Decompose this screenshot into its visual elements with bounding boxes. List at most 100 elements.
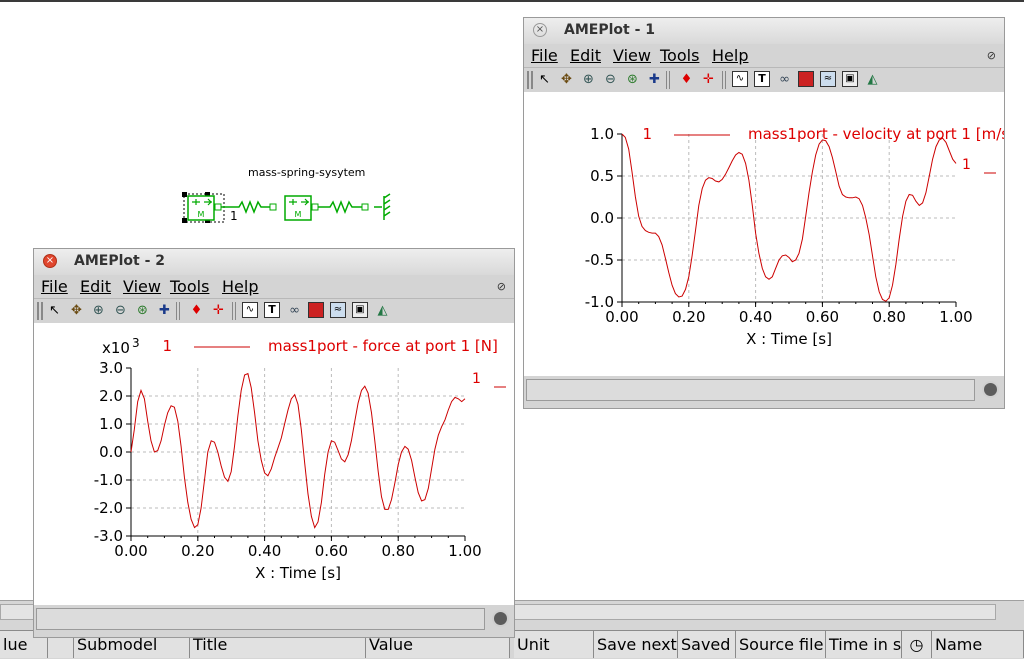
title-bar[interactable]: × AMEPlot - 2 [34, 249, 514, 275]
y-tick-label: 3.0 [99, 359, 123, 377]
analysis-icon[interactable]: ◭ [864, 71, 881, 88]
column-header[interactable]: Time in s [826, 630, 902, 658]
selection-handle[interactable] [182, 192, 187, 197]
bar-icon[interactable] [308, 302, 324, 318]
legend-text: mass1port - velocity at port 1 [m/s] [748, 125, 1004, 143]
link-icon[interactable]: ∞ [286, 302, 303, 319]
plot-area[interactable]: 0.00 0.20 0.40 0.60 0.80 1.00 1.0 0.5 0.0 -0.5 -1.… [524, 92, 1015, 376]
menu-file[interactable]: File [531, 46, 558, 65]
link-icon[interactable]: ∞ [776, 71, 793, 88]
column-header[interactable]: Name [932, 630, 1024, 658]
menu-file[interactable]: File [41, 277, 68, 296]
y-tick-label: 0.0 [99, 443, 123, 461]
spring-1-icon[interactable] [221, 199, 271, 215]
menu-label: Tools [170, 277, 210, 296]
pan-icon[interactable]: ✚ [156, 302, 173, 319]
x-tick-label: 0.40 [739, 308, 772, 326]
y-multiplier-exponent: 3 [132, 336, 140, 350]
analysis-icon[interactable]: ◭ [374, 302, 391, 319]
top-edge [0, 0, 1024, 2]
column-header[interactable]: Saved [678, 630, 736, 658]
pan-icon[interactable]: ✚ [646, 71, 663, 88]
column-header[interactable]: Source file [736, 630, 826, 658]
toolbar: ↖ ✥ ⊕ ⊖ ⊛ ✚ ♦ ✛ ∿ T ∞ ≈ ▣ ◭ [524, 67, 1004, 93]
zoom-out-icon[interactable]: ⊖ [602, 71, 619, 88]
window-icon[interactable]: ▣ [842, 71, 858, 87]
sketch-title: mass-spring-sysytem [248, 166, 366, 179]
zoom-fit-icon[interactable]: ⊛ [134, 302, 151, 319]
toolbar: ↖ ✥ ⊕ ⊖ ⊛ ✚ ♦ ✛ ∿ T ∞ ≈ ▣ ◭ [34, 298, 514, 324]
title-bar[interactable]: × AMEPlot - 1 [524, 18, 1004, 44]
toolbar-grip[interactable] [37, 302, 43, 320]
status-indicator-icon[interactable] [982, 381, 999, 398]
port-1[interactable] [214, 203, 222, 211]
text-icon[interactable]: T [264, 302, 280, 318]
status-field [36, 608, 485, 630]
pointer-icon[interactable]: ↖ [536, 71, 553, 88]
marker-icon[interactable]: ♦ [188, 302, 205, 319]
close-icon[interactable]: × [533, 23, 547, 37]
menu-help[interactable]: Help [712, 46, 748, 65]
menu-tools[interactable]: Tools [660, 46, 699, 65]
y-multiplier: x10 [102, 339, 130, 357]
y-tick-label: -1.0 [585, 293, 614, 311]
mass-spring-schematic[interactable]: M 1 M [178, 188, 398, 228]
toolbar-grip[interactable] [527, 71, 533, 89]
bar-icon[interactable] [798, 71, 814, 87]
ameplot-2-window[interactable]: × AMEPlot - 2 File Edit View Tools Help … [33, 248, 515, 638]
graph-icon[interactable]: ≈ [330, 302, 346, 318]
spring-2-icon[interactable] [318, 199, 362, 215]
menu-view[interactable]: View [613, 46, 651, 65]
graph-icon[interactable]: ≈ [820, 71, 836, 87]
menu-label: File [531, 46, 558, 65]
column-header[interactable]: Unit [514, 630, 594, 658]
marker-icon[interactable]: ♦ [678, 71, 695, 88]
port-3[interactable] [311, 203, 319, 211]
menu-help[interactable]: Help [222, 277, 258, 296]
zoom-in-icon[interactable]: ⊕ [90, 302, 107, 319]
crosshair-icon[interactable]: ✛ [210, 302, 227, 319]
pointer-icon[interactable]: ↖ [46, 302, 63, 319]
pin-icon[interactable]: ⊘ [497, 280, 506, 293]
status-bar [35, 605, 513, 637]
menu-edit[interactable]: Edit [80, 277, 111, 296]
clock-icon[interactable]: ◷ [902, 630, 932, 658]
menu-label: Edit [570, 46, 601, 65]
status-field [526, 379, 975, 401]
zoom-out-icon[interactable]: ⊖ [112, 302, 129, 319]
legend-number: 1 [642, 125, 652, 143]
y-tick-label: -0.5 [585, 251, 614, 269]
zoom-icon[interactable]: ✥ [68, 302, 85, 319]
y-tick-label: -1.0 [94, 471, 123, 489]
port-2[interactable] [269, 203, 277, 211]
legend-number: 1 [162, 337, 172, 355]
crosshair-icon[interactable]: ✛ [700, 71, 717, 88]
window-icon[interactable]: ▣ [352, 302, 368, 318]
close-icon[interactable]: × [43, 254, 57, 268]
menu-tools[interactable]: Tools [170, 277, 209, 296]
pin-icon[interactable]: ⊘ [987, 49, 996, 62]
text-icon[interactable]: T [754, 71, 770, 87]
window-title: AMEPlot - 1 [564, 22, 655, 38]
velocity-chart[interactable]: 0.00 0.20 0.40 0.60 0.80 1.001.00.50.0-0.5-1.… [524, 92, 1015, 376]
plot-icon[interactable]: ∿ [242, 302, 258, 318]
status-indicator-icon[interactable] [492, 610, 509, 627]
menu-label: View [123, 277, 161, 296]
column-header[interactable]: Save next [594, 630, 678, 658]
plot-icon[interactable]: ∿ [732, 71, 748, 87]
zoom-in-icon[interactable]: ⊕ [580, 71, 597, 88]
port-4[interactable] [361, 203, 369, 211]
menu-edit[interactable]: Edit [570, 46, 601, 65]
y-tick-label: 1.0 [99, 415, 123, 433]
y-tick-label: 2.0 [99, 387, 123, 405]
menu-label: Tools [660, 46, 700, 65]
ameplot-1-window[interactable]: × AMEPlot - 1 File Edit View Tools Help … [523, 17, 1015, 409]
zoom-icon[interactable]: ✥ [558, 71, 575, 88]
force-chart[interactable]: 0.00 0.20 0.40 0.60 0.80 1.003.02.01.00.0-1.0… [34, 323, 514, 605]
zoom-fit-icon[interactable]: ⊛ [624, 71, 641, 88]
plot-area[interactable]: 0.00 0.20 0.40 0.60 0.80 1.00 3.0 2.0 1.0 0.0 -1.0… [34, 323, 514, 605]
menu-view[interactable]: View [123, 277, 161, 296]
curve-id-label: 1 [962, 157, 971, 173]
x-tick-label: 0.80 [381, 542, 414, 560]
selection-handle[interactable] [182, 218, 187, 223]
